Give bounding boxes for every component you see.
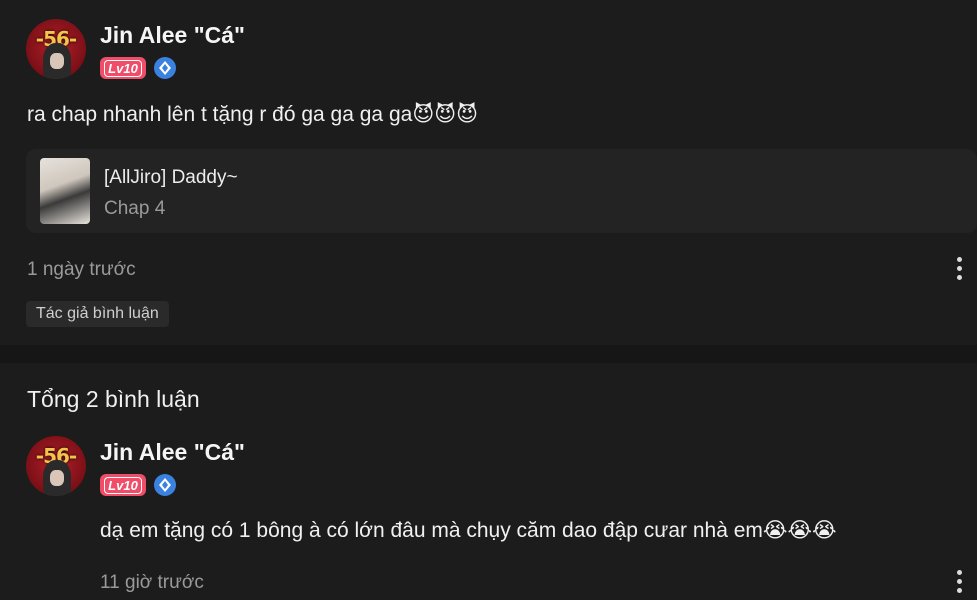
- reply-avatar[interactable]: -56-: [26, 436, 86, 496]
- author-comment-tag: Tác giả bình luận: [26, 301, 169, 327]
- rank-badge-icon: [154, 474, 176, 496]
- chapter-thumbnail: [40, 158, 90, 224]
- comment-avatar[interactable]: -56-: [26, 19, 86, 79]
- comment-username[interactable]: Jin Alee "Cá": [100, 22, 245, 49]
- total-comments-label: Tổng 2 bình luận: [27, 386, 200, 412]
- comment-body: ra chap nhanh lên t tặng r đó ga ga ga g…: [27, 102, 478, 127]
- reply-emojis: 😭😭😭: [762, 518, 837, 542]
- level-badge: Lv10: [100, 57, 146, 79]
- avatar-figure: [43, 43, 71, 79]
- section-divider: [0, 345, 977, 363]
- comment-text: ra chap nhanh lên t tặng r đó ga ga ga g…: [27, 103, 413, 126]
- more-vertical-icon[interactable]: [955, 257, 963, 281]
- reply-body: dạ em tặng có 1 bông à có lớn đâu mà chụ…: [100, 518, 837, 543]
- avatar-figure: [43, 460, 71, 496]
- more-vertical-icon[interactable]: [955, 570, 963, 594]
- series-title: [AllJiro] Daddy~: [104, 167, 238, 188]
- reply-time: 11 giờ trước: [100, 572, 204, 593]
- reply-username[interactable]: Jin Alee "Cá": [100, 439, 245, 466]
- comment-time: 1 ngày trước: [27, 259, 136, 280]
- chapter-number: Chap 4: [104, 198, 166, 219]
- level-badge: Lv10: [100, 474, 146, 496]
- comment-emojis: 😈😈😈: [412, 102, 478, 126]
- reply-text: dạ em tặng có 1 bông à có lớn đâu mà chụ…: [100, 519, 763, 542]
- rank-badge-icon: [154, 57, 176, 79]
- chapter-card[interactable]: [AllJiro] Daddy~ Chap 4: [26, 149, 977, 233]
